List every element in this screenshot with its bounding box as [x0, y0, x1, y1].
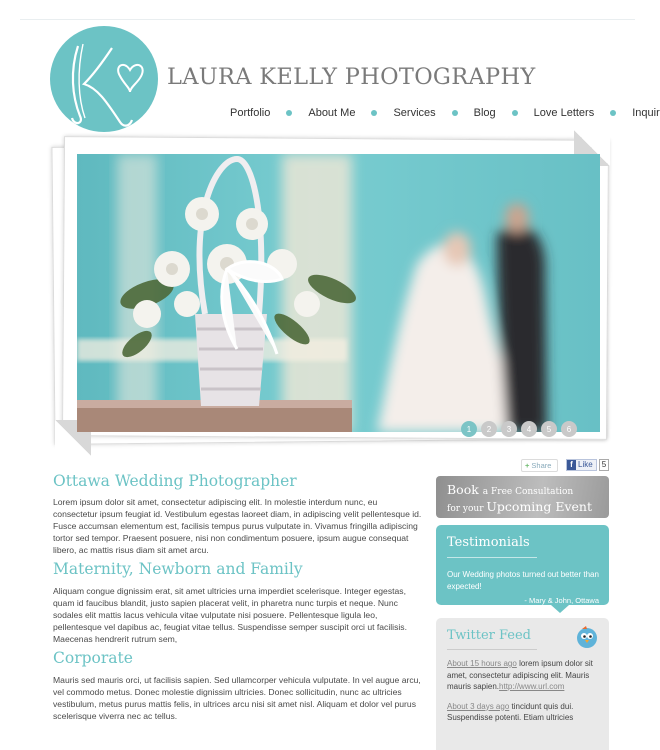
top-divider	[20, 19, 635, 20]
testimonial-quote: Our Wedding photos turned out better tha…	[447, 570, 599, 591]
nav-item-about-me[interactable]: About Me	[308, 107, 355, 119]
tweet: About 3 days ago tincidunt quis dui. Sus…	[447, 701, 599, 724]
page: LAURA KELLY PHOTOGRAPHY Portfolio About …	[0, 0, 660, 750]
nav-separator	[371, 110, 378, 116]
nav-item-services[interactable]: Services	[393, 107, 435, 119]
book-event: Upcoming Event	[486, 499, 592, 514]
pager-dot-4[interactable]: 4	[521, 421, 537, 437]
like-count: 5	[599, 459, 609, 471]
section-text: Mauris sed mauris orci, ut facilisis sap…	[53, 675, 421, 721]
slideshow-image[interactable]	[77, 154, 600, 432]
nav-separator	[286, 110, 293, 116]
pager-dot-5[interactable]: 5	[541, 421, 557, 437]
testimonials-title: Testimonials	[447, 535, 537, 558]
tweet-time-link[interactable]: About 15 hours ago	[447, 659, 517, 668]
book-for-your: for your	[447, 504, 484, 514]
pager-dot-6[interactable]: 6	[561, 421, 577, 437]
facebook-like-button[interactable]: f Like	[566, 459, 597, 471]
tweet-time-link[interactable]: About 3 days ago	[447, 702, 509, 711]
section-title: Corporate	[53, 649, 133, 667]
wedding-basket-photo	[77, 154, 600, 432]
nav-item-blog[interactable]: Blog	[474, 107, 496, 119]
like-label: Like	[578, 460, 593, 469]
section-title: Ottawa Wedding Photographer	[53, 472, 297, 490]
nav-separator	[511, 110, 518, 116]
facebook-icon: f	[567, 460, 576, 470]
site-title[interactable]: LAURA KELLY PHOTOGRAPHY	[167, 64, 536, 90]
nav-item-love-letters[interactable]: Love Letters	[534, 107, 595, 119]
twitter-feed: Twitter Feed About 15 hours ago lorem ip…	[436, 618, 609, 750]
twitter-bird-icon	[577, 626, 597, 648]
twitter-feed-title: Twitter Feed	[447, 628, 537, 650]
section-text: Aliquam congue dignissim erat, sit amet …	[53, 586, 407, 644]
tweet-url-link[interactable]: http://www.url.com	[499, 682, 564, 691]
book-subtitle: a Free Consultation	[482, 487, 574, 497]
share-button[interactable]: + Share	[521, 459, 558, 472]
slideshow-pager: 1 2 3 4 5 6	[461, 421, 581, 437]
nav-item-inquiries[interactable]: Inquiries	[632, 107, 660, 119]
testimonial-author: - Mary & John, Ottawa	[524, 596, 599, 605]
main-nav: Portfolio About Me Services Blog Love Le…	[230, 105, 660, 121]
book-consultation-button[interactable]: Book a Free Consultation for your Upcomi…	[436, 476, 609, 518]
book-word: Book	[447, 482, 479, 497]
pager-dot-2[interactable]: 2	[481, 421, 497, 437]
nav-separator	[610, 110, 617, 116]
share-label: Share	[531, 461, 552, 470]
nav-separator	[451, 110, 458, 116]
logo[interactable]	[50, 26, 158, 132]
plus-icon: +	[525, 461, 530, 470]
section-text: Lorem ipsum dolor sit amet, consectetur …	[53, 497, 422, 555]
pager-dot-1[interactable]: 1	[461, 421, 477, 437]
section-title: Maternity, Newborn and Family	[53, 560, 303, 578]
nav-item-portfolio[interactable]: Portfolio	[230, 107, 270, 119]
logo-monogram-icon	[70, 43, 144, 127]
speech-pointer	[551, 605, 569, 613]
testimonials-box: Testimonials Our Wedding photos turned o…	[436, 525, 609, 605]
pager-dot-3[interactable]: 3	[501, 421, 517, 437]
tweet: About 15 hours ago lorem ipsum dolor sit…	[447, 658, 599, 693]
